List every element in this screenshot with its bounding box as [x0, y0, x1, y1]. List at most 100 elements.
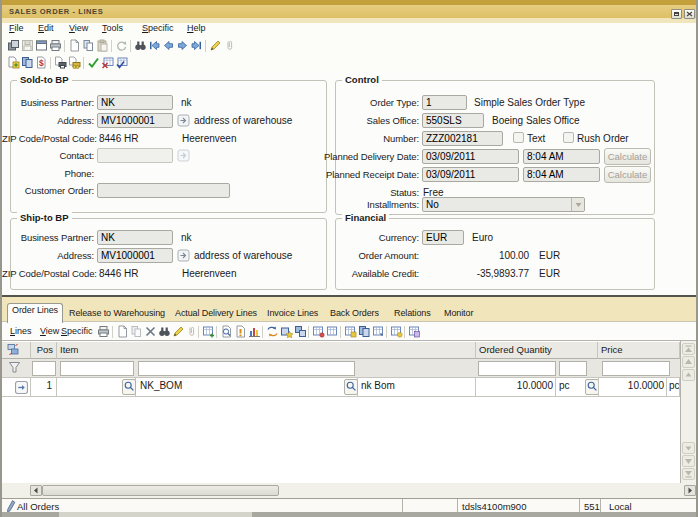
cell-price-unit[interactable]: pc	[667, 378, 680, 396]
grid-sort-icon[interactable]	[7, 343, 20, 356]
dropdown-arrow-icon[interactable]	[571, 198, 584, 211]
duplicate-order-icon[interactable]	[21, 56, 34, 69]
sold-customer-order-field[interactable]	[97, 183, 230, 198]
lines-split-icon[interactable]	[326, 325, 339, 338]
lines-monitor-icon[interactable]	[372, 325, 385, 338]
scroll-thumb[interactable]	[42, 485, 279, 496]
rush-order-checkbox[interactable]	[563, 132, 574, 143]
grid-page-up-button[interactable]	[682, 356, 695, 368]
new-record-icon[interactable]	[68, 39, 81, 52]
col-header-price[interactable]: Price	[598, 342, 680, 359]
paste-record-icon[interactable]	[96, 39, 109, 52]
print-icon[interactable]	[49, 39, 62, 52]
order-invoice-icon[interactable]: $	[35, 56, 48, 69]
grid-line-down-button[interactable]	[682, 442, 695, 454]
lines-insert-icon[interactable]	[202, 325, 215, 338]
item-lookup-button[interactable]	[344, 379, 358, 395]
tab-release-to-warehousing[interactable]: Release to Warehousing	[69, 308, 165, 318]
cell-item[interactable]: NK_BOM	[136, 378, 358, 396]
cell-item-description[interactable]: nk Bom	[358, 378, 476, 396]
lines-find-icon[interactable]	[158, 325, 171, 338]
save-icon[interactable]	[21, 39, 34, 52]
print-acknowledgement-icon[interactable]	[68, 56, 81, 69]
next-record-icon[interactable]	[176, 39, 189, 52]
col-header-pos[interactable]: Pos	[31, 342, 57, 359]
close-button[interactable]	[684, 9, 695, 19]
print-order-icon[interactable]	[54, 56, 67, 69]
grid-page-down-button[interactable]	[682, 455, 695, 467]
filter-pos[interactable]	[32, 361, 56, 376]
lines-print-icon[interactable]	[97, 325, 110, 338]
lines-copy-line-icon[interactable]	[130, 325, 143, 338]
menu-view[interactable]: View	[69, 23, 88, 33]
cell-price[interactable]: 10.0000	[598, 378, 667, 396]
edit-icon[interactable]	[209, 39, 222, 52]
lines-copy-to-icon[interactable]	[344, 325, 357, 338]
scroll-left-button[interactable]	[30, 485, 42, 496]
lines-menu-view[interactable]: View	[40, 326, 59, 336]
lines-generate-icon[interactable]	[280, 325, 293, 338]
menu-file[interactable]: File	[9, 23, 24, 33]
menu-specific[interactable]: Specific	[142, 23, 174, 33]
scroll-right-button[interactable]	[684, 485, 696, 496]
filter-quantity-unit[interactable]	[559, 361, 587, 376]
lines-text-icon[interactable]	[234, 325, 247, 338]
number-field[interactable]: ZZZ002181	[422, 131, 503, 146]
lines-new-line-icon[interactable]	[116, 325, 129, 338]
sales-office-field[interactable]: 550SLS	[422, 113, 484, 128]
menu-tools[interactable]: Tools	[102, 23, 123, 33]
quantity-unit-lookup-button[interactable]	[585, 379, 599, 395]
lines-menu-specific[interactable]: Specific	[61, 326, 93, 336]
filter-quantity[interactable]	[478, 361, 556, 376]
lines-menu-lines[interactable]: Lines	[10, 326, 32, 336]
tab-order-lines[interactable]: Order Lines	[7, 303, 63, 323]
validate-order-lines-icon[interactable]	[115, 56, 128, 69]
planned-receipt-date-field[interactable]: 03/09/2011	[422, 167, 519, 182]
lines-related-orders-icon[interactable]	[358, 325, 371, 338]
first-record-icon[interactable]	[148, 39, 161, 52]
tab-back-orders[interactable]: Back Orders	[330, 308, 379, 318]
expand-row-icon[interactable]	[15, 381, 27, 393]
tab-relations[interactable]: Relations	[394, 308, 431, 318]
tab-monitor[interactable]: Monitor	[444, 308, 473, 318]
menu-edit[interactable]: Edit	[38, 23, 54, 33]
tab-actual-delivery-lines[interactable]: Actual Delivery Lines	[175, 308, 257, 318]
planned-delivery-date-field[interactable]: 03/09/2011	[422, 149, 519, 164]
text-checkbox[interactable]	[513, 132, 524, 143]
grid-last-line-button[interactable]	[682, 468, 695, 480]
copy-order-icon[interactable]	[7, 56, 20, 69]
lines-component-lines-icon[interactable]	[408, 325, 421, 338]
calculate-receipt-button[interactable]: Calculate	[604, 166, 651, 183]
refresh-icon[interactable]	[115, 39, 128, 52]
find-icon[interactable]	[134, 39, 147, 52]
lines-assign-icon[interactable]	[294, 325, 307, 338]
copy-record-icon[interactable]	[82, 39, 95, 52]
grid-first-line-button[interactable]	[682, 343, 695, 355]
ship-address-field[interactable]: MV1000001	[97, 248, 173, 263]
last-record-icon[interactable]	[190, 39, 203, 52]
order-type-field[interactable]: 1	[422, 95, 467, 110]
previous-record-icon[interactable]	[162, 39, 175, 52]
attachment-icon[interactable]	[223, 39, 236, 52]
lines-convert-icon[interactable]	[266, 325, 279, 338]
sold-address-field[interactable]: MV1000001	[97, 113, 173, 128]
lines-attachment-icon[interactable]	[185, 325, 198, 338]
filter-item-group[interactable]	[60, 361, 134, 376]
cell-pos[interactable]: 1	[31, 378, 57, 396]
planned-receipt-time-field[interactable]: 8:04 AM	[523, 167, 600, 182]
lines-edit-icon[interactable]	[172, 325, 185, 338]
grid-row[interactable]: 1 NK_BOM nk Bom 10.0000 pc 10.0000 pc	[2, 378, 680, 397]
installments-dropdown[interactable]: No	[422, 197, 585, 212]
menu-help[interactable]: Help	[187, 23, 206, 33]
filter-item[interactable]	[138, 361, 355, 376]
currency-field[interactable]: EUR	[422, 230, 464, 245]
col-header-item[interactable]: Item	[57, 342, 476, 359]
planned-delivery-time-field[interactable]: 8:04 AM	[523, 149, 600, 164]
ship-address-browse-icon[interactable]	[177, 249, 190, 262]
lines-details-icon[interactable]	[312, 325, 325, 338]
sold-contact-field[interactable]	[97, 148, 173, 163]
title-bar[interactable]: SALES ORDER - LINES	[2, 5, 696, 18]
cell-quantity-unit[interactable]: pc	[556, 378, 584, 396]
lines-chart-icon[interactable]	[248, 325, 261, 338]
lines-price-book-icon[interactable]	[390, 325, 403, 338]
